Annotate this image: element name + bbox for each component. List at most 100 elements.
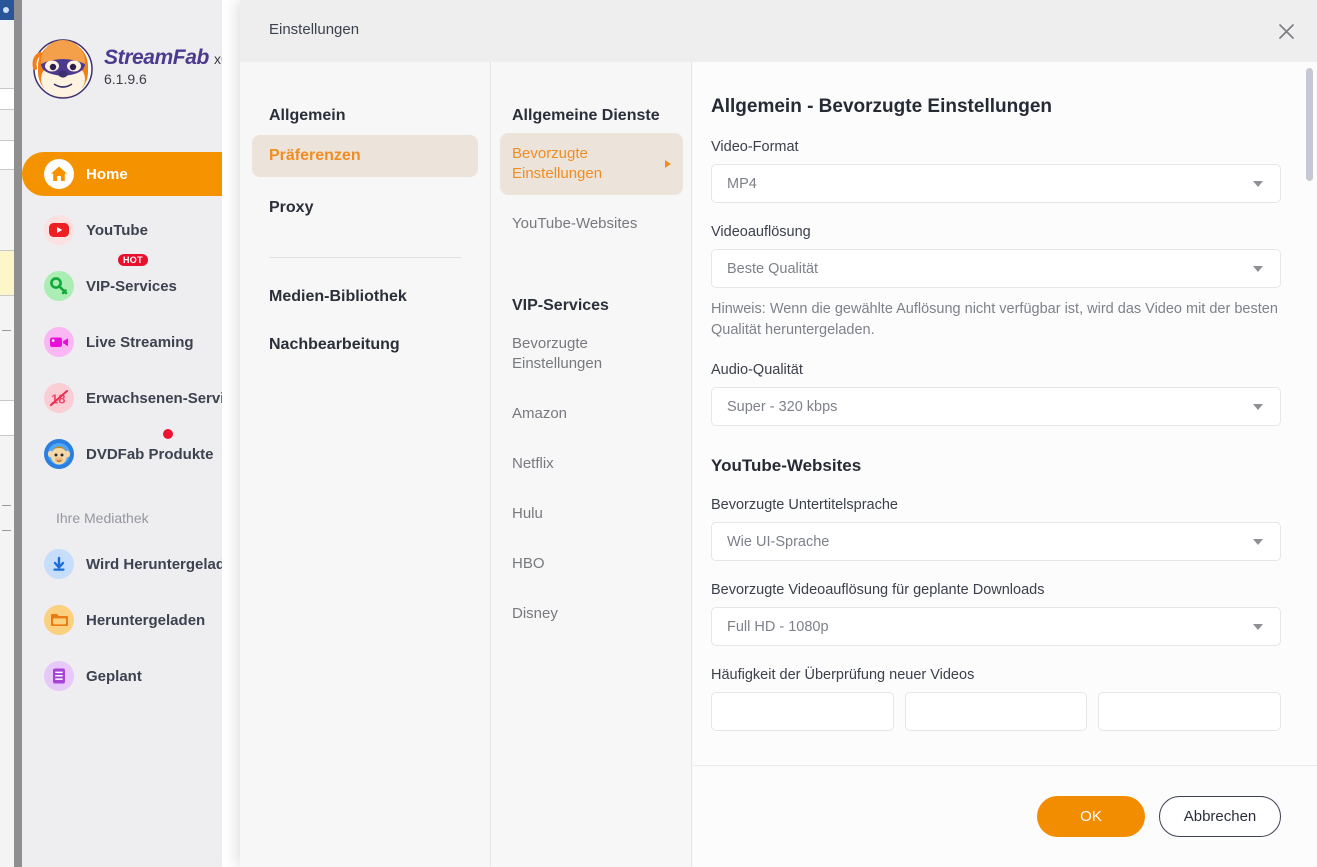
sidebar-item-label: Erwachsenen-Servi... <box>86 389 222 407</box>
video-format-label: Video-Format <box>711 139 799 155</box>
sidebar-item-label: Heruntergeladen <box>86 611 206 629</box>
settings-dialog: Einstellungen Allgemein Präferenzen Prox… <box>240 0 1317 867</box>
dialog-body: Allgemein Präferenzen Proxy Medien-Bibli… <box>240 62 1317 867</box>
nav2-item-bevorzugte-einstellungen-allgemein[interactable]: Bevorzugte Einstellungen <box>500 133 683 195</box>
video-resolution-value: Beste Qualität <box>727 260 819 277</box>
scheduled-resolution-select[interactable]: Full HD - 1080p <box>711 607 1281 646</box>
check-frequency-select-1[interactable] <box>711 692 894 731</box>
scheduled-resolution-label: Bevorzugte Videoauflösung für geplante D… <box>711 582 1045 598</box>
sidebar-item-vip-services[interactable]: VIP-Services HOT <box>22 254 222 308</box>
sidebar-item-erwachsenen-services[interactable]: 18 Erwachsenen-Servi... <box>22 376 222 420</box>
sidebar-item-home[interactable]: Home <box>22 152 222 196</box>
video-resolution-label: Videoauflösung <box>711 224 811 240</box>
nav2-item-youtube-websites[interactable]: YouTube-Websites <box>500 203 683 245</box>
scheduled-resolution-value: Full HD - 1080p <box>727 618 829 635</box>
sidebar-item-label: DVDFab Produkte <box>86 445 214 463</box>
audio-quality-select[interactable]: Super - 320 kbps <box>711 387 1281 426</box>
video-camera-icon <box>44 327 74 357</box>
sidebar-item-live-streaming[interactable]: Live Streaming <box>22 320 222 364</box>
chevron-right-icon <box>665 160 671 168</box>
vertical-scrollbar[interactable] <box>1306 68 1313 758</box>
check-frequency-row <box>711 692 1282 731</box>
nav1-heading-nachbearbeitung[interactable]: Nachbearbeitung <box>269 336 490 354</box>
sidebar-item-wird-heruntergeladen[interactable]: Wird Heruntergeladen <box>22 542 222 586</box>
brand-version: 6.1.9.6 <box>104 71 147 87</box>
background-tick <box>2 330 11 331</box>
audio-quality-label: Audio-Qualität <box>711 362 803 378</box>
background-window-titlebar <box>0 0 14 20</box>
background-row <box>0 140 14 170</box>
schedule-list-icon <box>44 661 74 691</box>
background-row <box>0 88 14 110</box>
subtitle-language-select[interactable]: Wie UI-Sprache <box>711 522 1281 561</box>
scrollbar-thumb[interactable] <box>1306 68 1313 181</box>
youtube-icon <box>44 215 74 245</box>
nav1-heading-medien-bibliothek[interactable]: Medien-Bibliothek <box>269 288 490 306</box>
nav1-item-proxy[interactable]: Proxy <box>252 187 478 229</box>
ok-button[interactable]: OK <box>1037 796 1145 837</box>
chevron-down-icon <box>1253 623 1263 630</box>
background-tick <box>2 530 11 531</box>
nav2-heading-allgemeine-dienste: Allgemeine Dienste <box>512 107 660 124</box>
close-icon[interactable] <box>1271 16 1301 46</box>
section-title-youtube-websites: YouTube-Websites <box>711 456 862 475</box>
sidebar-item-youtube[interactable]: YouTube <box>22 208 222 252</box>
library-nav: Wird Heruntergeladen Heruntergeladen <box>22 542 222 710</box>
video-format-select[interactable]: MP4 <box>711 164 1281 203</box>
key-icon <box>44 271 74 301</box>
brand-name-row: StreamFab x64 <box>104 46 222 70</box>
check-frequency-select-3[interactable] <box>1098 692 1282 731</box>
sidebar-item-label: VIP-Services <box>86 277 177 295</box>
nav1-item-praeferenzen[interactable]: Präferenzen <box>252 135 478 177</box>
sidebar-item-label: Live Streaming <box>86 333 194 351</box>
brand: StreamFab x64 6.1.9.6 <box>32 38 222 104</box>
audio-quality-value: Super - 320 kbps <box>727 398 838 415</box>
video-format-value: MP4 <box>727 175 757 192</box>
chevron-down-icon <box>1253 403 1263 410</box>
brand-name: StreamFab <box>104 46 209 69</box>
home-icon <box>44 159 74 189</box>
subtitle-language-value: Wie UI-Sprache <box>727 533 830 550</box>
check-frequency-label: Häufigkeit der Überprüfung neuer Videos <box>711 667 975 683</box>
adult-blocked-icon: 18 <box>44 383 74 413</box>
subtitle-language-label: Bevorzugte Untertitelsprache <box>711 497 898 513</box>
resolution-hint: Hinweis: Wenn die gewählte Auflösung nic… <box>711 301 1278 338</box>
background-window-sliver <box>0 0 14 867</box>
sidebar-item-label: Home <box>86 165 128 183</box>
sidebar-item-label: YouTube <box>86 221 148 239</box>
chevron-down-icon <box>1253 180 1263 187</box>
dvdfab-monkey-icon <box>44 439 74 469</box>
nav2-item-netflix[interactable]: Netflix <box>500 443 683 485</box>
nav2-item-bevorzugte-einstellungen-vip[interactable]: Bevorzugte Einstellungen <box>500 323 683 385</box>
nav2-heading-vip-services: VIP-Services <box>512 297 609 314</box>
sidebar-item-dvdfab-produkte[interactable]: DVDFab Produkte <box>22 429 222 476</box>
sidebar-item-heruntergeladen[interactable]: Heruntergeladen <box>22 598 222 642</box>
nav2-item-hulu[interactable]: Hulu <box>500 493 683 535</box>
nav1-divider <box>269 257 461 258</box>
background-window-icon <box>3 7 9 13</box>
nav1-heading-allgemein: Allgemein <box>269 107 346 124</box>
nav2-item-hbo[interactable]: HBO <box>500 543 683 585</box>
folder-icon <box>44 605 74 635</box>
streamfab-window: StreamFab x64 6.1.9.6 Home <box>22 0 1317 867</box>
sidebar-nav: Home YouTube VIP-Services HOT Live Strea… <box>22 152 222 488</box>
nav2-item-amazon[interactable]: Amazon <box>500 393 683 435</box>
dialog-title: Einstellungen <box>269 21 360 38</box>
background-row <box>0 400 14 436</box>
page-title: Allgemein - Bevorzugte Einstellungen <box>711 96 1052 117</box>
settings-nav-column-2: Allgemeine Dienste Bevorzugte Einstellun… <box>492 62 692 867</box>
hot-badge: HOT <box>118 254 148 266</box>
settings-content-panel: Allgemein - Bevorzugte Einstellungen Vid… <box>693 62 1317 867</box>
background-row-highlight <box>0 250 14 296</box>
dialog-footer: OK Abbrechen <box>693 765 1317 867</box>
video-resolution-select[interactable]: Beste Qualität <box>711 249 1281 288</box>
sidebar-item-geplant[interactable]: Geplant <box>22 654 222 698</box>
brand-arch: x64 <box>213 51 222 67</box>
chevron-down-icon <box>1253 265 1263 272</box>
chevron-down-icon <box>1253 538 1263 545</box>
check-frequency-select-2[interactable] <box>904 692 1088 731</box>
nav2-item-disney[interactable]: Disney <box>500 593 683 635</box>
cancel-button[interactable]: Abbrechen <box>1159 796 1281 837</box>
nav2-item-label: Bevorzugte Einstellungen <box>512 145 603 182</box>
settings-content-inner: Allgemein - Bevorzugte Einstellungen Vid… <box>693 62 1317 851</box>
